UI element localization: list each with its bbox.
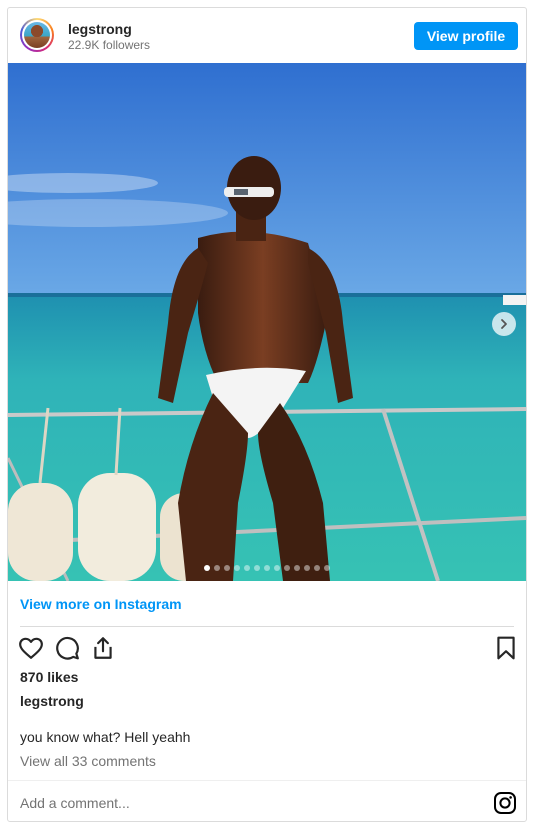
- carousel-dot: [304, 565, 310, 571]
- post-photo[interactable]: [8, 63, 526, 581]
- carousel-dot: [314, 565, 320, 571]
- carousel-dot: [244, 565, 250, 571]
- avatar[interactable]: [20, 18, 54, 52]
- carousel-dot: [214, 565, 220, 571]
- view-comments-link[interactable]: View all 33 comments: [20, 753, 156, 769]
- post-image: [8, 63, 526, 581]
- divider: [8, 780, 526, 781]
- carousel-dots: [8, 565, 526, 571]
- next-slide-button[interactable]: [492, 312, 516, 336]
- caption-username[interactable]: legstrong: [20, 693, 84, 709]
- carousel-dot: [294, 565, 300, 571]
- comment-icon[interactable]: [54, 635, 80, 661]
- action-bar: [8, 635, 526, 663]
- carousel-dot: [204, 565, 210, 571]
- view-profile-button[interactable]: View profile: [414, 22, 518, 50]
- carousel-dot: [284, 565, 290, 571]
- add-comment-input[interactable]: Add a comment...: [20, 795, 130, 811]
- post-caption: you know what? Hell yeahh: [20, 729, 191, 745]
- like-count[interactable]: 870 likes: [20, 669, 78, 685]
- carousel-dot: [264, 565, 270, 571]
- divider: [20, 626, 514, 627]
- carousel-dot: [274, 565, 280, 571]
- view-more-link[interactable]: View more on Instagram: [20, 596, 182, 612]
- follower-count: 22.9K followers: [68, 38, 151, 52]
- username[interactable]: legstrong: [68, 21, 132, 37]
- instagram-embed-card: legstrong 22.9K followers View profile V…: [7, 7, 527, 822]
- carousel-dot: [234, 565, 240, 571]
- chevron-right-icon: [501, 319, 507, 329]
- instagram-icon[interactable]: [493, 791, 517, 815]
- carousel-dot: [224, 565, 230, 571]
- carousel-dot: [254, 565, 260, 571]
- share-icon[interactable]: [90, 635, 116, 661]
- avatar-photo: [24, 22, 50, 48]
- post-header: legstrong 22.9K followers View profile: [8, 8, 526, 63]
- carousel-dot: [324, 565, 330, 571]
- bookmark-icon[interactable]: [493, 635, 519, 661]
- heart-icon[interactable]: [18, 635, 44, 661]
